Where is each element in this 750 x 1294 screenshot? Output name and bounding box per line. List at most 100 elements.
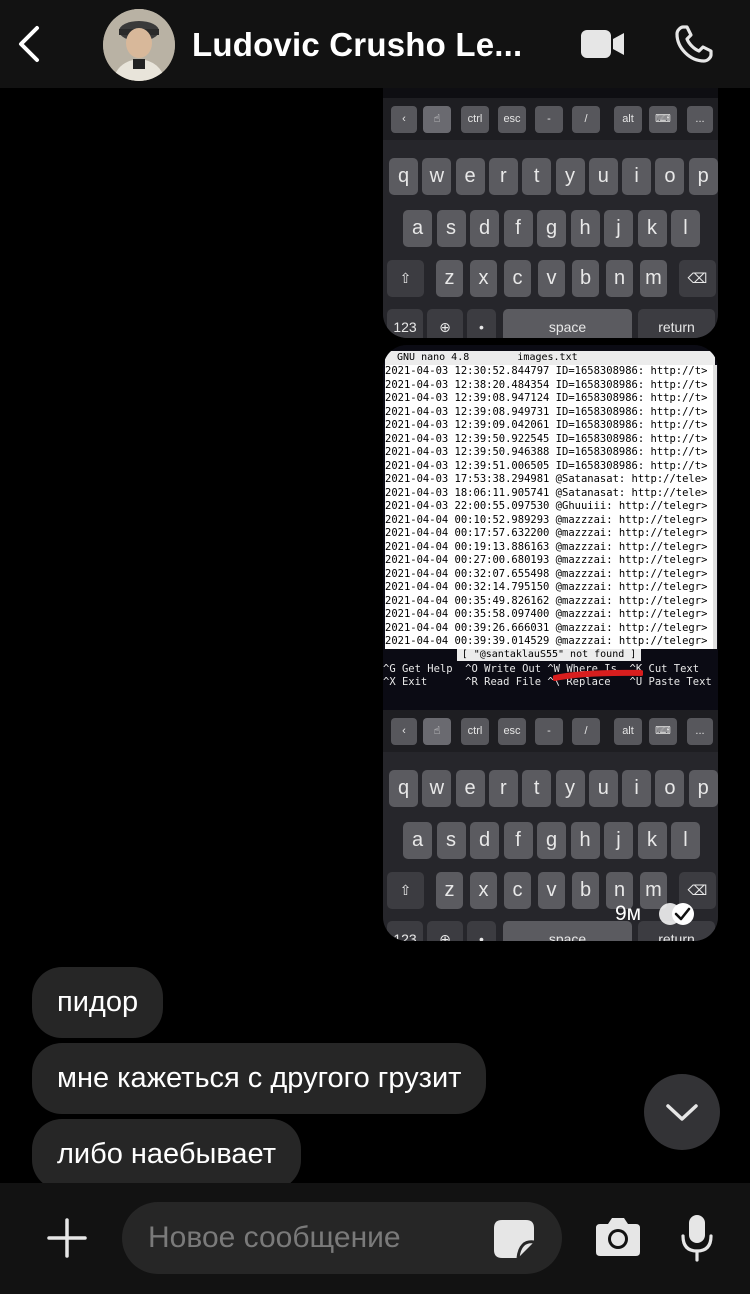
- keyboard-key: return: [638, 309, 715, 338]
- toolbar-key: -: [535, 106, 563, 133]
- double-check-icon: [659, 903, 694, 925]
- keyboard-key: q: [389, 158, 418, 195]
- keyboard-key: g: [537, 822, 566, 859]
- globe-key-icon: ⊕: [427, 309, 463, 338]
- terminal-line: 2021-04-03 12:39:09.042061 ID=1658308986…: [385, 419, 708, 431]
- keyboard-key: k: [637, 210, 667, 247]
- terminal-line: 2021-04-03 12:39:50.922545 ID=1658308986…: [385, 432, 708, 445]
- keyboard-key: w: [422, 770, 452, 807]
- incoming-message[interactable]: пидор: [32, 967, 164, 1038]
- keyboard-key: l: [671, 210, 700, 247]
- delete-key-icon: ⌫: [679, 260, 716, 297]
- toolbar-key: -: [535, 718, 563, 745]
- sticker-icon[interactable]: [492, 1218, 536, 1260]
- terminal-line: 2021-04-04 00:39:26.666031 @mazzzai: htt…: [385, 621, 708, 634]
- toolbar-key: /: [572, 106, 600, 133]
- keyboard-key: space: [503, 921, 632, 941]
- terminal-line: 2021-04-04 00:32:07.655498 @mazzzai: htt…: [385, 567, 708, 580]
- keyboard-key: l: [671, 822, 700, 859]
- toolbar-key: ...: [687, 718, 713, 745]
- keyboard-key: e: [455, 158, 485, 195]
- keyboard-key: c: [504, 872, 531, 909]
- keyboard-toolbar: ‹ ☝ ctrl esc - / alt ⌨ ...: [383, 98, 718, 140]
- toolbar-key: ctrl: [461, 106, 489, 133]
- plus-icon[interactable]: [46, 1217, 88, 1259]
- keyboard-key: w: [422, 158, 452, 195]
- keyboard-key: h: [570, 822, 600, 859]
- nano-help-line: ^G Get Help ^O Write Out ^W Where Is ^K …: [383, 663, 700, 675]
- keyboard-hide-key-icon: ⌨: [649, 718, 677, 745]
- mic-key-icon: •: [467, 309, 496, 338]
- keyboard-screenshot: ‹ ☝ ctrl esc - / alt ⌨ ... qwertyuiop asd…: [383, 98, 718, 338]
- keyboard-key: i: [622, 770, 652, 807]
- keyboard-key: s: [436, 210, 466, 247]
- camera-icon[interactable]: [594, 1216, 642, 1258]
- scroll-down-button[interactable]: [644, 1074, 720, 1150]
- keyboard-key: x: [470, 872, 497, 909]
- phone-icon[interactable]: [674, 24, 714, 64]
- terminal-line: 2021-04-03 12:39:50.946388 ID=1658308986…: [385, 446, 708, 458]
- image-message[interactable]: ‹ ☝ ctrl esc - / alt ⌨ ... qwertyuiop asd…: [383, 88, 718, 338]
- keyboard-key: z: [436, 872, 463, 909]
- mic-key-icon: •: [467, 921, 496, 941]
- keyboard-toolbar: ‹ ☝ ctrl esc - / alt ⌨ ...: [383, 710, 718, 752]
- terminal-line: 2021-04-03 17:53:38.294981 @Satanasat: h…: [385, 473, 708, 485]
- contact-name[interactable]: Ludovic Crusho Le...: [192, 26, 522, 64]
- keyboard-key: v: [538, 872, 565, 909]
- terminal-screenshot: GNU nano 4.8 images.txt 2021-04-03 12:30…: [383, 345, 718, 710]
- shift-key-icon: ⇧: [387, 872, 424, 909]
- keyboard-key: space: [503, 309, 632, 338]
- arrow-left-key-icon: ‹: [391, 718, 417, 745]
- nano-body: 2021-04-03 12:30:52.844797 ID=1658308986…: [385, 365, 713, 649]
- toolbar-key: alt: [614, 106, 642, 133]
- nano-help-line: ^X Exit ^R Read File ^\ Replace ^U Paste…: [383, 676, 712, 688]
- terminal-line: 2021-04-04 00:39:39.014529 @mazzzai: htt…: [385, 635, 708, 647]
- terminal-line: 2021-04-03 22:00:55.097530 @Ghuuiii: htt…: [385, 500, 708, 512]
- keyboard-key: q: [389, 770, 418, 807]
- globe-key-icon: ⊕: [427, 921, 463, 941]
- image-message[interactable]: GNU nano 4.8 images.txt 2021-04-03 12:30…: [383, 345, 718, 941]
- terminal-scrollbar: [713, 365, 717, 649]
- video-camera-icon[interactable]: [580, 28, 626, 60]
- arrow-left-key-icon: ‹: [391, 106, 417, 133]
- keyboard-key: p: [688, 770, 718, 807]
- keyboard-key: u: [588, 158, 618, 195]
- keyboard-key: r: [488, 158, 518, 195]
- keyboard-key: b: [572, 260, 599, 297]
- keyboard-key: y: [555, 158, 585, 195]
- keyboard-key: b: [572, 872, 599, 909]
- keyboard-key: n: [606, 260, 633, 297]
- terminal-line: 2021-04-03 12:30:52.844797 ID=1658308986…: [385, 365, 708, 377]
- incoming-message[interactable]: мне кажеться с другого грузит: [32, 1043, 487, 1114]
- keyboard-key: r: [488, 770, 518, 807]
- keyboard-key: c: [504, 260, 531, 297]
- toolbar-key: alt: [614, 718, 642, 745]
- avatar[interactable]: [103, 9, 175, 81]
- toolbar-key: esc: [498, 718, 526, 745]
- keyboard-hide-key-icon: ⌨: [649, 106, 677, 133]
- keyboard-key: i: [622, 158, 652, 195]
- nano-status: [ "@santaklauS55" not found ]: [457, 649, 641, 661]
- terminal-line: 2021-04-04 00:10:52.989293 @mazzzai: htt…: [385, 513, 708, 526]
- terminal-line: 2021-04-04 00:27:00.680193 @mazzzai: htt…: [385, 554, 708, 566]
- keyboard-key: g: [537, 210, 566, 247]
- keyboard-key: t: [522, 770, 552, 807]
- microphone-icon[interactable]: [680, 1214, 714, 1262]
- terminal-line: 2021-04-03 18:06:11.905741 @Satanasat: h…: [385, 486, 708, 499]
- keyboard-key: a: [403, 210, 432, 247]
- red-scribble: [553, 669, 643, 681]
- hand-key-icon: ☝: [423, 106, 451, 133]
- toolbar-key: /: [572, 718, 600, 745]
- terminal-line: 2021-04-04 00:35:58.097400 @mazzzai: htt…: [385, 608, 708, 620]
- terminal-line: 2021-04-04 00:17:57.632200 @mazzzai: htt…: [385, 527, 708, 539]
- keyboard-key: x: [470, 260, 497, 297]
- keyboard-key: a: [403, 822, 432, 859]
- incoming-message[interactable]: либо наебывает: [32, 1119, 301, 1190]
- keyboard-key: d: [470, 822, 499, 859]
- keyboard-key: o: [655, 158, 685, 195]
- toolbar-key: ...: [687, 106, 713, 133]
- terminal-line: 2021-04-03 12:39:51.006505 ID=1658308986…: [385, 459, 708, 472]
- terminal-line: 2021-04-03 12:39:08.947124 ID=1658308986…: [385, 392, 708, 404]
- chevron-left-icon[interactable]: [12, 22, 48, 66]
- hand-key-icon: ☝: [423, 718, 451, 745]
